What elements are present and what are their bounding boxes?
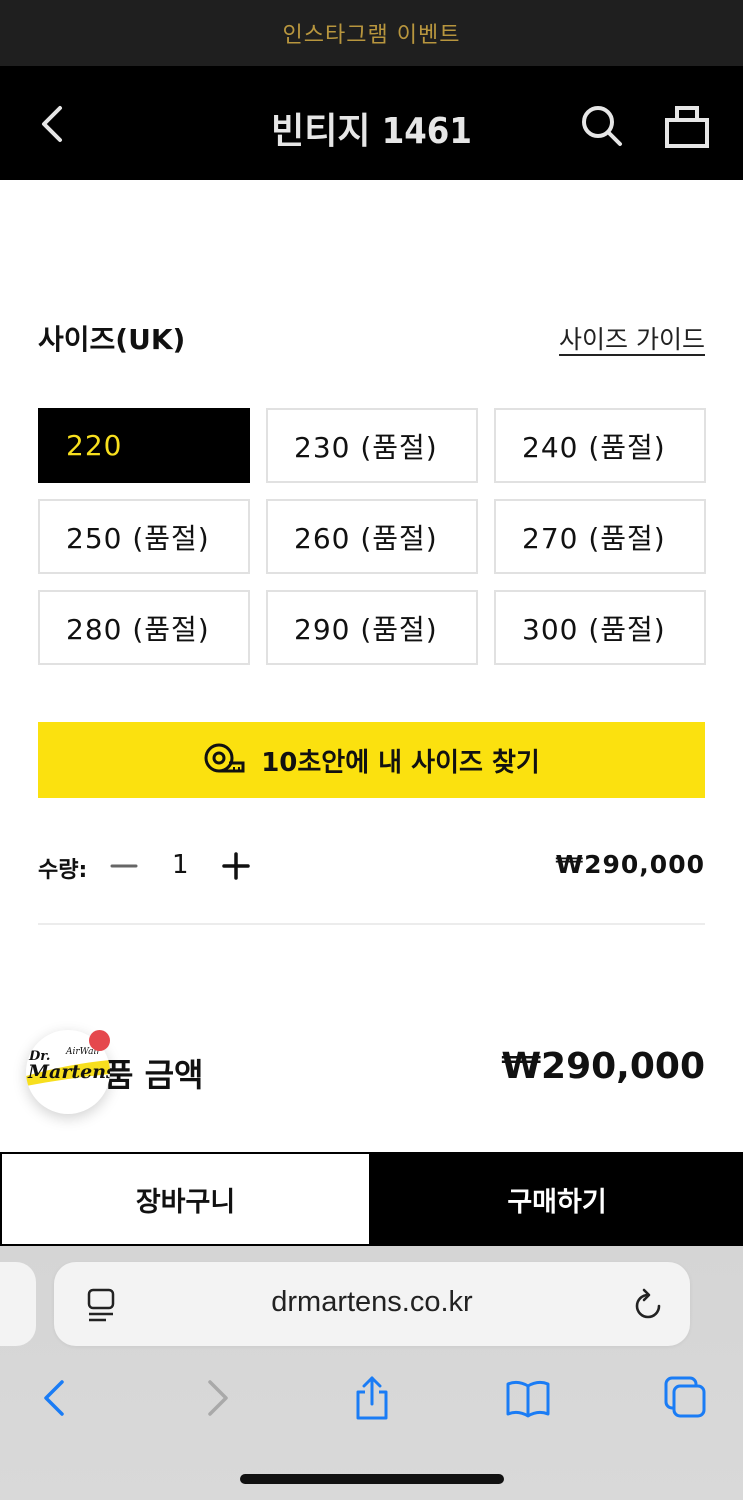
size-option-250[interactable]: 250 (품절): [38, 499, 250, 574]
share-icon[interactable]: [350, 1376, 394, 1420]
search-icon[interactable]: [580, 104, 624, 148]
size-option-230[interactable]: 230 (품절): [266, 408, 478, 483]
tabs-icon[interactable]: [664, 1376, 708, 1420]
svg-text:Martens: Martens: [27, 1061, 110, 1083]
browser-back-icon[interactable]: [34, 1376, 78, 1420]
shopping-bag-icon[interactable]: [664, 104, 710, 150]
bookmarks-icon[interactable]: [506, 1376, 550, 1420]
size-option-240[interactable]: 240 (품절): [494, 408, 706, 483]
page-title: 빈티지 1461: [271, 111, 472, 152]
total-label: 품 금액: [104, 1056, 204, 1094]
quantity-row: 수량: 1 ₩290,000: [38, 840, 705, 894]
size-option-270[interactable]: 270 (품절): [494, 499, 706, 574]
url-text[interactable]: drmartens.co.kr: [54, 1286, 690, 1319]
minus-icon[interactable]: [110, 852, 138, 880]
size-section-title: 사이즈(UK): [38, 323, 186, 356]
browser-forward-icon[interactable]: [194, 1376, 238, 1420]
header: 빈티지 1461: [0, 66, 743, 180]
size-option-280[interactable]: 280 (품절): [38, 590, 250, 665]
plus-icon[interactable]: [222, 852, 250, 880]
size-option-260[interactable]: 260 (품절): [266, 499, 478, 574]
divider: [38, 923, 705, 925]
size-option-300[interactable]: 300 (품절): [494, 590, 706, 665]
total-price: ₩290,000: [501, 1046, 705, 1087]
size-finder-label: 10초안에 내 사이즈 찾기: [261, 747, 540, 778]
add-to-cart-button[interactable]: 장바구니: [0, 1152, 371, 1246]
size-guide-link[interactable]: 사이즈 가이드: [559, 320, 705, 356]
promo-bar[interactable]: 인스타그램 이벤트: [0, 0, 743, 66]
previous-tab-stub[interactable]: [0, 1262, 36, 1346]
notification-dot: [89, 1030, 110, 1051]
buy-now-button[interactable]: 구매하기: [371, 1152, 743, 1246]
home-indicator: [240, 1474, 504, 1484]
browser-chrome: drmartens.co.kr: [0, 1246, 743, 1500]
quantity-label: 수량:: [38, 858, 88, 883]
size-option-290[interactable]: 290 (품절): [266, 590, 478, 665]
line-price: ₩290,000: [555, 850, 705, 879]
promo-text[interactable]: 인스타그램 이벤트: [283, 17, 461, 49]
size-grid: 220 230 (품절) 240 (품절) 250 (품절) 260 (품절) …: [38, 408, 706, 665]
size-finder-button[interactable]: 10초안에 내 사이즈 찾기: [38, 722, 705, 798]
address-bar[interactable]: drmartens.co.kr: [54, 1262, 690, 1346]
quantity-value[interactable]: 1: [172, 850, 189, 880]
reload-icon[interactable]: [632, 1286, 664, 1322]
measuring-tape-icon: [204, 743, 245, 773]
size-option-220[interactable]: 220: [38, 408, 250, 483]
